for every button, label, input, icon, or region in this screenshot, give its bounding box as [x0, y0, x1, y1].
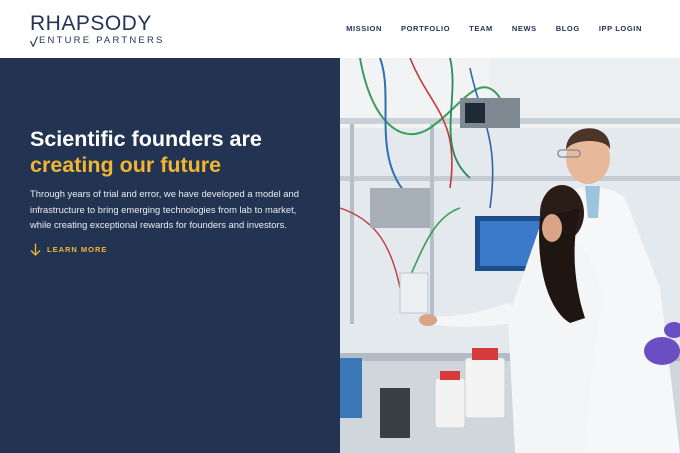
learn-more-label: LEARN MORE: [47, 245, 108, 254]
brand-logo[interactable]: RHAPSODY ENTURE PARTNERS: [30, 13, 165, 47]
nav-blog[interactable]: BLOG: [556, 24, 580, 33]
nav-team[interactable]: TEAM: [469, 24, 493, 33]
nav-portfolio[interactable]: PORTFOLIO: [401, 24, 450, 33]
lab-photo-illustration: [340, 58, 680, 453]
site-header: RHAPSODY ENTURE PARTNERS MISSION PORTFOL…: [0, 0, 680, 58]
main-nav: MISSION PORTFOLIO TEAM NEWS BLOG IPP LOG…: [327, 24, 642, 33]
brand-name: RHAPSODY: [30, 12, 152, 35]
hero-title: Scientific founders are creating our fut…: [30, 126, 330, 178]
brand-tagline: ENTURE PARTNERS: [39, 35, 165, 46]
hero-title-line1: Scientific founders are: [30, 127, 262, 151]
lab-scientists-photo: [340, 58, 680, 453]
nav-mission[interactable]: MISSION: [346, 24, 382, 33]
arrow-down-icon: [30, 243, 41, 256]
v-check-icon: [30, 35, 38, 47]
hero-title-accent: creating our future: [30, 153, 222, 177]
nav-ipp-login[interactable]: IPP LOGIN: [599, 24, 642, 33]
hero-description: Through years of trial and error, we hav…: [30, 188, 299, 230]
learn-more-link[interactable]: LEARN MORE: [30, 243, 107, 256]
nav-news[interactable]: NEWS: [512, 24, 537, 33]
